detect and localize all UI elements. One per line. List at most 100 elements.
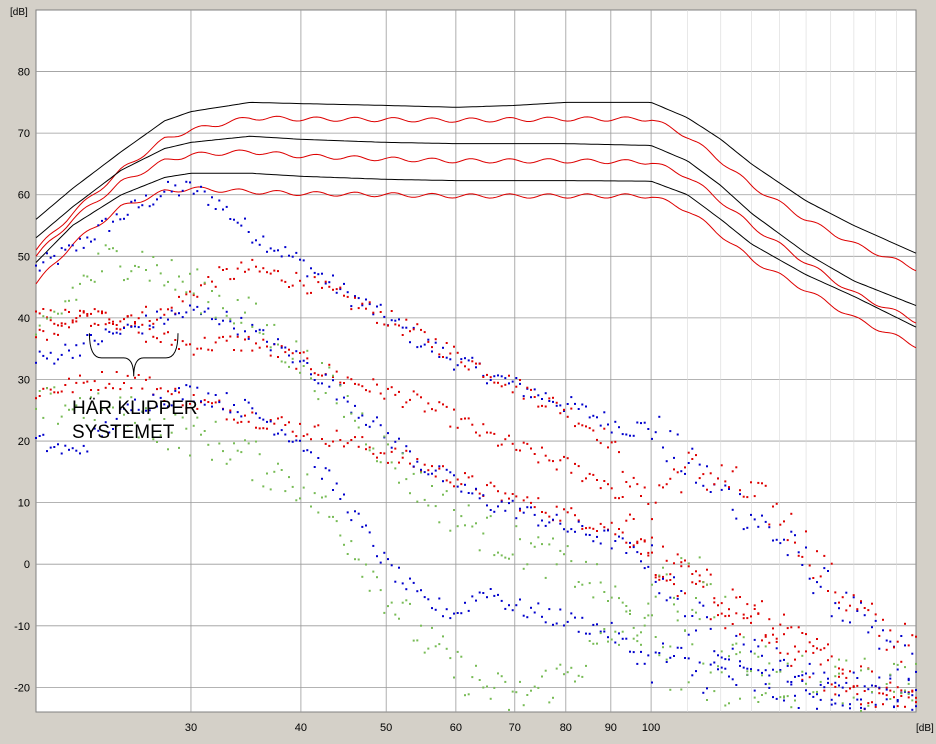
series-6-point-131 xyxy=(515,377,518,379)
series-13-point-225 xyxy=(860,709,862,712)
series-10-point-129 xyxy=(508,502,510,505)
series-7-point-116 xyxy=(460,361,463,364)
series-9-point-129 xyxy=(508,497,510,500)
series-8-point-89 xyxy=(361,385,364,388)
series-11-point-6 xyxy=(57,443,59,446)
series-8-point-100 xyxy=(401,406,404,408)
series-7-point-62 xyxy=(262,267,265,270)
series-10-point-113 xyxy=(449,471,452,474)
series-7-point-87 xyxy=(354,296,356,299)
series-10-point-179 xyxy=(691,615,694,617)
series-11-point-240 xyxy=(915,705,917,708)
series-11-point-125 xyxy=(493,594,496,597)
series-12-point-158 xyxy=(614,585,617,588)
series-7-point-72 xyxy=(299,279,301,282)
series-10-point-133 xyxy=(522,511,525,514)
series-12-point-1 xyxy=(38,324,41,327)
series-9-point-149 xyxy=(581,527,584,530)
series-9-point-52 xyxy=(225,418,228,421)
series-12-point-45 xyxy=(200,312,202,315)
series-10-point-20 xyxy=(108,330,111,333)
series-7-point-31 xyxy=(148,320,151,322)
series-7-point-15 xyxy=(90,312,92,315)
series-8-point-18 xyxy=(101,312,103,315)
series-11-point-113 xyxy=(449,617,452,620)
series-11-point-199 xyxy=(764,669,767,672)
series-13-point-193 xyxy=(742,636,745,639)
series-11-point-176 xyxy=(680,646,683,649)
series-12-point-89 xyxy=(361,412,364,415)
series-8-point-109 xyxy=(434,409,437,412)
series-10-point-188 xyxy=(724,658,727,661)
series-6-point-115 xyxy=(456,364,459,367)
series-11-point-179 xyxy=(691,674,694,677)
series-8-point-47 xyxy=(207,348,210,351)
series-13-point-120 xyxy=(475,664,477,667)
series-9-point-89 xyxy=(361,436,364,439)
series-12-point-61 xyxy=(258,331,261,334)
series-12-point-144 xyxy=(563,553,565,556)
series-7-point-20 xyxy=(108,321,111,324)
series-7-point-26 xyxy=(130,314,133,317)
series-13-point-165 xyxy=(640,631,642,634)
series-10-point-191 xyxy=(735,634,738,637)
series-9-point-4 xyxy=(49,388,52,391)
series-10-point-85 xyxy=(346,400,349,403)
series-13-point-3 xyxy=(46,387,48,390)
series-12-point-153 xyxy=(596,563,598,566)
series-13-point-223 xyxy=(852,696,855,699)
series-10-point-207 xyxy=(794,694,796,697)
series-7-point-164 xyxy=(636,483,639,486)
series-12-point-75 xyxy=(310,377,312,380)
series-8-point-29 xyxy=(141,323,144,326)
series-11-point-72 xyxy=(299,439,301,442)
series-6-point-14 xyxy=(86,236,89,239)
y-tick-label-8: 60 xyxy=(18,190,30,202)
series-12-point-184 xyxy=(709,671,712,674)
series-10-point-107 xyxy=(427,473,430,476)
series-6-point-139 xyxy=(544,392,547,395)
series-13-point-87 xyxy=(354,558,356,561)
series-13-point-136 xyxy=(533,685,536,688)
series-8-point-233 xyxy=(889,681,892,684)
series-9-point-175 xyxy=(676,553,679,556)
series-8-point-190 xyxy=(731,588,734,591)
series-13-point-112 xyxy=(445,647,448,650)
series-12-point-32 xyxy=(152,256,155,258)
series-8-point-4 xyxy=(49,319,52,322)
series-11-point-56 xyxy=(240,415,243,418)
series-11-point-32 xyxy=(152,393,155,396)
series-10-point-104 xyxy=(416,460,419,463)
series-12-point-220 xyxy=(841,702,844,705)
series-12-point-97 xyxy=(390,461,393,464)
series-6-point-113 xyxy=(449,358,452,361)
series-11-point-159 xyxy=(618,632,620,635)
series-8-point-92 xyxy=(372,378,375,381)
series-6-point-69 xyxy=(288,254,290,257)
series-10-point-222 xyxy=(849,707,851,710)
series-6-point-153 xyxy=(596,416,598,419)
series-7-point-113 xyxy=(449,352,452,355)
series-13-point-174 xyxy=(673,596,675,599)
series-11-point-169 xyxy=(654,651,657,654)
series-10-point-36 xyxy=(167,318,169,321)
series-9-point-171 xyxy=(662,545,664,548)
series-13-point-62 xyxy=(262,485,265,488)
series-10-point-42 xyxy=(189,304,191,307)
series-8-point-194 xyxy=(746,603,749,606)
series-8-point-11 xyxy=(75,317,78,320)
series-11-point-117 xyxy=(464,601,466,604)
series-6-point-159 xyxy=(618,426,620,429)
series-8-point-151 xyxy=(588,472,591,475)
series-10-point-94 xyxy=(379,424,382,427)
series-10-point-6 xyxy=(57,358,59,361)
series-13-point-113 xyxy=(449,657,452,660)
series-10-point-162 xyxy=(629,541,631,544)
series-8-point-52 xyxy=(225,339,228,342)
series-6-point-220 xyxy=(841,619,844,622)
series-6-point-58 xyxy=(247,231,250,233)
series-6-point-226 xyxy=(863,614,866,617)
series-9-point-198 xyxy=(761,639,763,642)
series-12-point-10 xyxy=(71,286,74,289)
series-12-point-50 xyxy=(218,294,221,297)
